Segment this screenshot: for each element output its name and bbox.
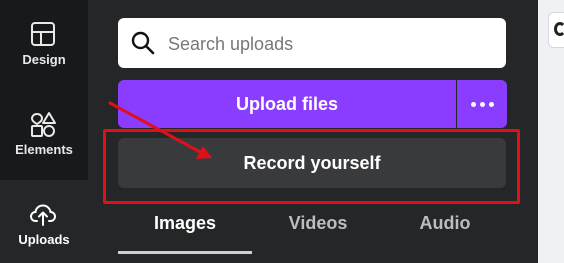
- tab-label: Audio: [419, 213, 471, 233]
- active-tab-indicator: [118, 251, 252, 254]
- tab-label: Images: [153, 213, 217, 233]
- tab-audio[interactable]: Audio: [384, 213, 506, 253]
- tab-label: Videos: [288, 213, 348, 233]
- tab-images[interactable]: Images: [118, 213, 252, 253]
- tab-videos[interactable]: Videos: [252, 213, 384, 253]
- toolbar-chip[interactable]: [548, 12, 564, 48]
